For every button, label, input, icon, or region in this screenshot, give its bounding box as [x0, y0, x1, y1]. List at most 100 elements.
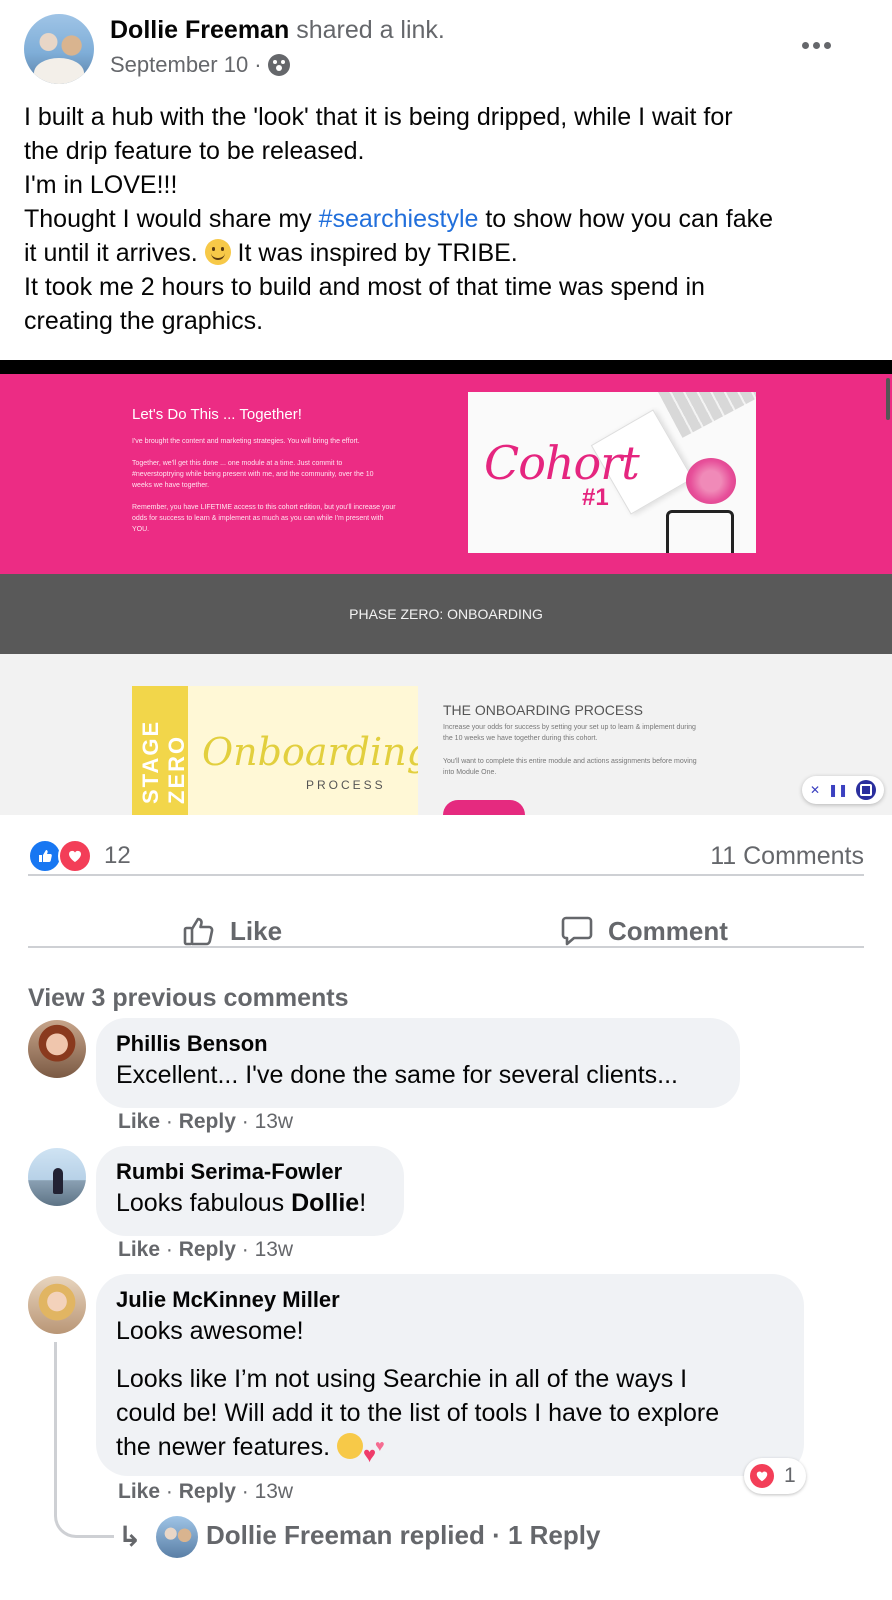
pause-icon[interactable]: ❚❚	[828, 783, 848, 797]
post-text: I built a hub with the 'look' that it is…	[24, 100, 874, 338]
post-text-line: creating the graphics.	[24, 307, 264, 335]
commenter-name[interactable]: Julie McKinney Miller	[116, 1286, 784, 1314]
text-segment: Thought I would share my	[24, 205, 319, 233]
wink-emoji-icon	[336, 1433, 363, 1459]
player-controls: ✕ ❚❚	[802, 776, 884, 804]
comment-button[interactable]: Comment	[560, 906, 728, 956]
comment-reply-link[interactable]: Reply	[179, 1110, 236, 1133]
comment-text: Looks awesome!	[116, 1317, 304, 1345]
commenter-avatar[interactable]	[28, 1020, 86, 1078]
post-meta: September 10 ·	[110, 52, 290, 78]
comment-bubble: Julie McKinney Miller Looks awesome! Loo…	[96, 1274, 804, 1476]
hero-line: odds for success to learn & implement as…	[132, 515, 384, 522]
hero-line: I've brought the content and marketing s…	[132, 438, 360, 445]
comment-time[interactable]: 13w	[255, 1110, 294, 1133]
stage-text: STAGE	[138, 719, 163, 804]
post-header: Dollie Freeman shared a link. September …	[0, 0, 892, 100]
comment-like-link[interactable]: Like	[118, 1480, 160, 1503]
onboarding-desc-line: Increase your odds for success by settin…	[443, 724, 696, 731]
onboarding-desc-line: You'll want to complete this entire modu…	[443, 758, 697, 765]
media-scrollbar[interactable]	[886, 378, 890, 420]
post-text-line: I built a hub with the 'look' that it is…	[24, 103, 733, 131]
replier-avatar	[156, 1516, 198, 1558]
media-top-bar	[0, 360, 892, 374]
commenter-name[interactable]: Rumbi Serima-Fowler	[116, 1158, 384, 1186]
hero-title: Let's Do This ... Together!	[132, 406, 302, 423]
comment-like-link[interactable]: Like	[118, 1110, 160, 1133]
globe-icon[interactable]	[267, 54, 290, 76]
onboarding-script: Onboarding	[202, 730, 418, 774]
cohort-number: #1	[582, 484, 609, 511]
reaction-summary[interactable]: 12	[28, 838, 131, 874]
stop-icon[interactable]	[856, 780, 877, 800]
shared-link-media[interactable]: Let's Do This ... Together! I've brought…	[0, 360, 892, 815]
view-replies-link[interactable]: Dollie Freeman replied · 1 Reply	[206, 1520, 600, 1551]
cohort-script: Cohort	[484, 436, 640, 490]
commenter-avatar[interactable]	[28, 1276, 86, 1334]
two-hearts-emoji-icon	[363, 1430, 393, 1472]
comment-actions: Like · Reply · 13w	[118, 1480, 294, 1503]
comment-like-link[interactable]: Like	[118, 1238, 160, 1261]
like-button[interactable]: Like	[182, 906, 282, 956]
comment-reaction-badge[interactable]: 1	[744, 1458, 806, 1494]
like-label: Like	[230, 915, 283, 946]
hero-line: weeks we have together.	[132, 482, 210, 489]
mention-link[interactable]: Dollie	[291, 1189, 359, 1217]
more-horizontal-icon[interactable]	[796, 30, 836, 60]
flower-graphic	[686, 458, 736, 504]
comment-text-line: the newer features.	[116, 1430, 784, 1472]
divider	[28, 946, 864, 948]
comment-bubble: Rumbi Serima-Fowler Looks fabulous Dolli…	[96, 1146, 404, 1236]
onboarding-desc-line: into Module One.	[443, 769, 497, 776]
love-icon	[58, 839, 92, 873]
phase-label: PHASE ZERO: ONBOARDING	[349, 606, 543, 622]
cohort-image: Cohort #1	[468, 392, 756, 553]
text-segment: It was inspired by TRIBE.	[230, 239, 518, 267]
comment-text-line: Looks like I’m not using Searchie in all…	[116, 1365, 688, 1393]
author-avatar[interactable]	[24, 14, 94, 84]
comment-bubble: Phillis Benson Excellent... I've done th…	[96, 1018, 740, 1108]
divider	[28, 874, 864, 876]
commenter-avatar[interactable]	[28, 1148, 86, 1206]
comment-time[interactable]: 13w	[255, 1238, 294, 1261]
comment-text-line: could be! Will add it to the list of too…	[116, 1399, 720, 1427]
comments-count[interactable]: 11 Comments	[710, 838, 864, 874]
comment-reply-link[interactable]: Reply	[179, 1480, 236, 1503]
text-segment: !	[359, 1189, 367, 1217]
post-text-line: It took me 2 hours to build and most of …	[24, 273, 705, 301]
meta-separator: ·	[254, 52, 262, 77]
onboarding-process-label: PROCESS	[306, 778, 386, 792]
comment-text: Excellent... I've done the same for seve…	[116, 1061, 678, 1089]
hero-line: Together, we'll get this done ... one mo…	[132, 460, 343, 467]
hero-line: #neverstoptrying while being present wit…	[132, 471, 374, 478]
hero-section: Let's Do This ... Together! I've brought…	[0, 374, 892, 574]
comment-text: Looks fabulous Dollie!	[116, 1186, 384, 1220]
like-icon	[28, 839, 62, 873]
post-text-line: the drip feature to be released.	[24, 137, 365, 165]
author-name[interactable]: Dollie Freeman	[110, 16, 289, 44]
comment-actions: Like · Reply · 13w	[118, 1238, 294, 1261]
comment-actions: Like · Reply · 13w	[118, 1110, 294, 1133]
comment-time[interactable]: 13w	[255, 1480, 294, 1503]
onboarding-title: THE ONBOARDING PROCESS	[443, 702, 643, 718]
comment-reply-link[interactable]: Reply	[179, 1238, 236, 1261]
clipboard-graphic	[666, 510, 734, 553]
author-line: Dollie Freeman shared a link.	[110, 16, 445, 45]
keyboard-graphic	[658, 392, 756, 438]
smile-emoji-icon	[204, 239, 231, 265]
author-action: shared a link.	[296, 16, 445, 44]
watch-now-button[interactable]	[443, 800, 525, 815]
hero-line: YOU.	[132, 526, 150, 533]
view-previous-comments-link[interactable]: View 3 previous comments	[28, 984, 349, 1013]
hero-line: Remember, you have LIFETIME access to th…	[132, 504, 396, 511]
thumbs-up-icon	[182, 914, 216, 948]
phase-bar: PHASE ZERO: ONBOARDING	[0, 574, 892, 654]
hashtag-link[interactable]: #searchiestyle	[319, 205, 479, 233]
close-icon[interactable]: ✕	[810, 783, 820, 797]
commenter-name[interactable]: Phillis Benson	[116, 1030, 720, 1058]
text-segment: the newer features.	[116, 1433, 337, 1461]
love-icon	[748, 1462, 776, 1490]
text-segment: Looks fabulous	[116, 1189, 292, 1217]
comment-label: Comment	[608, 915, 728, 946]
post-date[interactable]: September 10	[110, 52, 248, 78]
